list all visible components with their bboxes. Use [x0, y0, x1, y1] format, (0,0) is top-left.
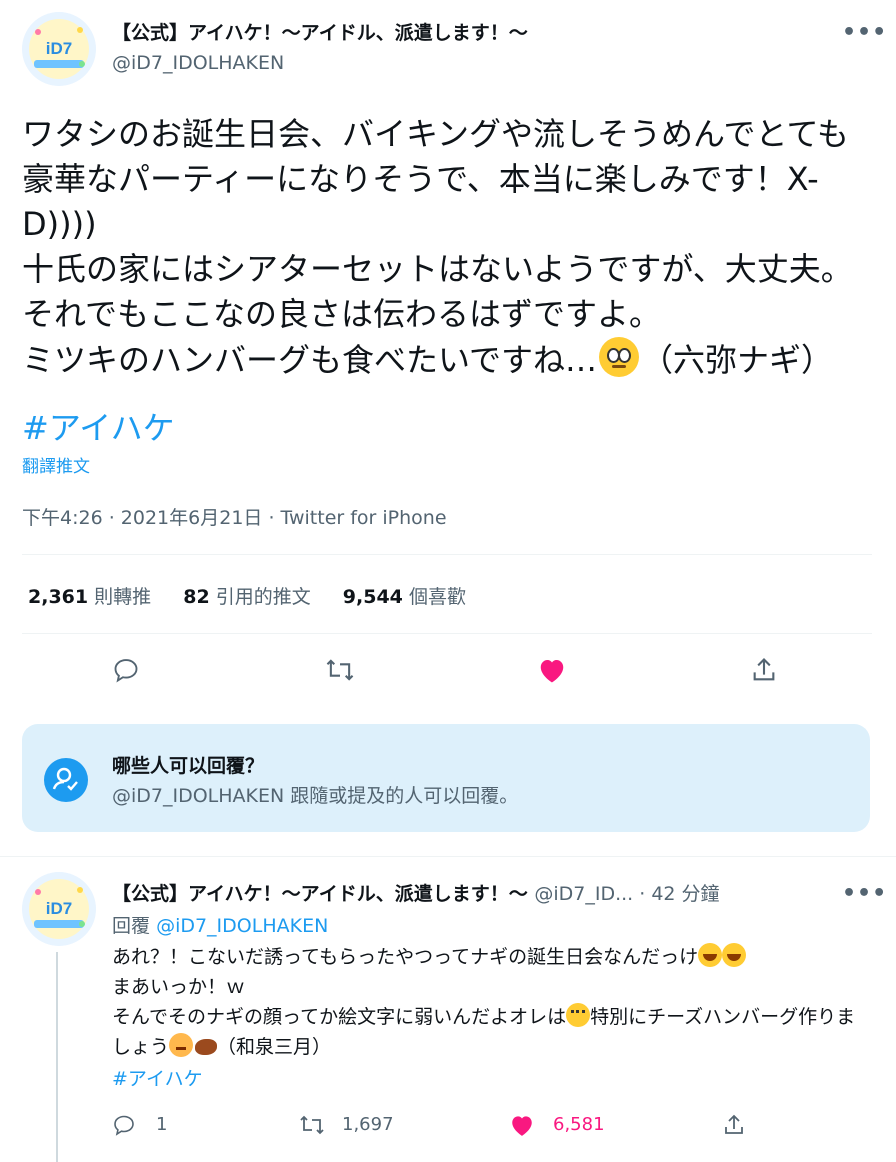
reply-restriction-box: 哪些人可以回覆？ @iD7_IDOLHAKEN 跟隨或提及的人可以回覆。: [22, 724, 870, 832]
rolling-eyes-emoji-icon: [599, 337, 640, 377]
replying-to: 回覆 @iD7_IDOLHAKEN: [112, 911, 328, 938]
rolling-eyes-emoji-icon: [566, 1003, 591, 1027]
author-name[interactable]: 【公式】アイハケ！〜アイドル、派遣します！〜: [112, 18, 528, 45]
reply-button[interactable]: [106, 650, 146, 690]
rolling-on-floor-laughing-icon: [722, 943, 747, 967]
reply-line-1: あれ？！こないだ誘ってもらったやつってナギの誕生日会なんだっけ: [112, 946, 699, 968]
thread-line: [56, 952, 58, 1162]
reply-author-name[interactable]: 【公式】アイハケ！〜アイドル、派遣します！〜: [112, 883, 528, 905]
reply-icon: [114, 659, 138, 683]
reply-like-button[interactable]: [502, 1105, 542, 1145]
rolling-on-floor-laughing-icon: [698, 943, 723, 967]
reply-line-3c: （和泉三月）: [217, 1036, 332, 1058]
heart-filled-icon: [540, 660, 564, 683]
tweet-text: ワタシのお誕生日会、バイキングや流しそうめんでとても豪華なパーティーになりそうで…: [22, 112, 872, 383]
reply-text: あれ？！こないだ誘ってもらったやつってナギの誕生日会なんだっけ まあいっか！ｗ …: [112, 942, 872, 1062]
reply-retweet-button[interactable]: [292, 1105, 332, 1145]
reply-share-button[interactable]: [714, 1105, 754, 1145]
share-icon: [753, 658, 775, 681]
reply-retweet-count: 1,697: [342, 1114, 394, 1135]
svg-text:iD7: iD7: [46, 39, 72, 58]
reply-like-count: 6,581: [553, 1114, 605, 1135]
quotes-label: 引用的推文: [215, 586, 311, 608]
reply-more-options-icon[interactable]: •••: [842, 883, 887, 905]
meat-emoji-icon: [195, 1039, 218, 1055]
likes-label: 個喜歡: [408, 586, 466, 608]
retweets-label: 則轉推: [94, 586, 152, 608]
tweet-timestamp[interactable]: 下午4:26 · 2021年6月21日 · Twitter for iPhone: [22, 503, 447, 530]
replying-to-handle-link[interactable]: @iD7_IDOLHAKEN: [156, 915, 328, 937]
reply-restriction-subtitle: @iD7_IDOLHAKEN 跟隨或提及的人可以回覆。: [112, 785, 519, 807]
reply-reply-button[interactable]: [104, 1105, 144, 1145]
reply-author-avatar[interactable]: iD7: [22, 872, 96, 946]
share-button[interactable]: [744, 650, 784, 690]
retweets-stat[interactable]: 2,361 則轉推: [28, 586, 151, 608]
reply-line-3a: そんでそのナギの顔ってか絵文字に弱いんだよオレは: [112, 1006, 567, 1028]
retweet-button[interactable]: [320, 650, 360, 690]
reply-line-2: まあいっか！ｗ: [112, 976, 246, 998]
tweet-text-part2: （六弥ナギ）: [641, 341, 834, 379]
divider: [22, 633, 872, 634]
hashtag-link[interactable]: #アイハケ: [22, 403, 175, 449]
tweet-text-part1: ワタシのお誕生日会、バイキングや流しそうめんでとても豪華なパーティーになりそうで…: [22, 115, 853, 379]
retweet-icon: [326, 659, 354, 681]
tweet-stats: 2,361 則轉推 82 引用的推文 9,544 個喜歡: [28, 582, 492, 609]
retweets-count: 2,361: [28, 586, 89, 608]
section-separator: [0, 856, 896, 857]
svg-text:iD7: iD7: [46, 899, 72, 918]
reply-icon: [114, 1115, 134, 1136]
like-button[interactable]: [532, 650, 572, 690]
reply-hashtag-link[interactable]: #アイハケ: [112, 1064, 203, 1091]
quotes-stat[interactable]: 82 引用的推文: [183, 586, 311, 608]
reply-restriction-title: 哪些人可以回覆？: [112, 755, 265, 777]
likes-count: 9,544: [342, 586, 403, 608]
author-handle[interactable]: @iD7_IDOLHAKEN: [112, 52, 284, 74]
translate-tweet-link[interactable]: 翻譯推文: [22, 452, 90, 477]
likes-stat[interactable]: 9,544 個喜歡: [343, 586, 466, 608]
retweet-icon: [300, 1115, 324, 1135]
steam-nose-emoji-icon: [169, 1033, 194, 1057]
more-options-icon[interactable]: •••: [842, 22, 887, 44]
replying-to-label: 回覆: [112, 915, 151, 937]
heart-filled-icon: [512, 1116, 532, 1136]
mention-user-icon: [44, 758, 88, 802]
reply-author-line[interactable]: 【公式】アイハケ！〜アイドル、派遣します！〜 @iD7_ID... · 42 分…: [112, 879, 720, 906]
divider: [22, 554, 872, 555]
reply-author-handle-time[interactable]: @iD7_ID... · 42 分鐘: [534, 883, 719, 905]
share-icon: [725, 1114, 743, 1134]
author-avatar[interactable]: iD7: [22, 12, 96, 86]
reply-reply-count: 1: [156, 1114, 168, 1135]
quotes-count: 82: [183, 586, 210, 608]
